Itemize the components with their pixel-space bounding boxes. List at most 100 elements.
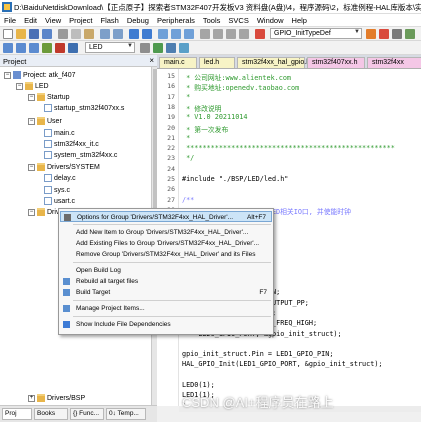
editor-tab[interactable]: led.h (199, 57, 235, 68)
window-layout-icon[interactable] (405, 29, 415, 39)
paste-icon[interactable] (84, 29, 94, 39)
folder-icon (37, 117, 45, 126)
bookmark-icon[interactable] (158, 29, 168, 39)
tree-file-item[interactable]: system_stm32f4xx.c (44, 150, 117, 161)
expand-toggle-icon[interactable]: − (16, 82, 23, 90)
editor-tab[interactable]: stm32f4xx (367, 57, 421, 68)
target-options-icon[interactable] (140, 43, 150, 53)
menu-edit[interactable]: Edit (20, 14, 41, 27)
editor-tab[interactable]: main.c (159, 57, 197, 68)
context-menu-label: Show Include File Dependencies (76, 321, 171, 328)
next-bookmark-icon[interactable] (184, 29, 194, 39)
tab-functions[interactable]: {} Func... (70, 408, 104, 420)
context-menu-item[interactable]: Options for Group 'Drivers/STM32F4xx_HAL… (60, 211, 272, 222)
translate-icon[interactable] (3, 43, 13, 53)
tab-books[interactable]: Books (34, 408, 68, 420)
tab-project[interactable]: Proj (2, 408, 32, 420)
download-icon[interactable] (68, 43, 78, 53)
tree-file-item[interactable]: startup_stm32f407xx.s (44, 103, 124, 114)
manage-components-icon[interactable] (153, 43, 163, 53)
tree-file-item[interactable]: delay.c (44, 173, 76, 184)
context-menu-item[interactable]: Build Target F7 (60, 287, 272, 298)
editor-tab[interactable]: stm32f407xx.h (307, 57, 365, 68)
open-file-icon[interactable] (16, 29, 26, 39)
context-menu-item[interactable]: Open Build Log (60, 265, 272, 276)
tree-file-item[interactable]: stm32f4xx_it.c (44, 139, 99, 150)
menu-project[interactable]: Project (65, 14, 96, 27)
tree-group-item[interactable]: − User (28, 116, 62, 127)
tree-project-root[interactable]: − Project: atk_f407 (4, 70, 76, 81)
find-icon[interactable] (366, 29, 376, 39)
close-icon[interactable]: × (149, 56, 154, 65)
batch-build-icon[interactable] (42, 43, 52, 53)
context-menu-item[interactable]: Manage Project Items... (60, 303, 272, 314)
menu-window[interactable]: Window (253, 14, 288, 27)
copy-icon[interactable] (71, 29, 81, 39)
unindent-icon[interactable] (213, 29, 223, 39)
line-number: 19 (167, 113, 175, 122)
tree-group-item[interactable]: − Drivers/SYSTEM (28, 162, 100, 173)
folder-icon (37, 93, 45, 102)
expand-toggle-icon[interactable]: − (28, 117, 35, 125)
menu-peripherals[interactable]: Peripherals (153, 14, 199, 27)
expand-toggle-icon[interactable]: − (4, 71, 11, 79)
menu-svcs[interactable]: SVCS (224, 14, 252, 27)
context-menu-item[interactable]: Add Existing Files to Group 'Drivers/STM… (60, 238, 272, 249)
file-extensions-icon[interactable] (166, 43, 176, 53)
target-combo[interactable]: LED ▼ (85, 42, 135, 53)
menu-view[interactable]: View (41, 14, 65, 27)
context-menu-item[interactable]: Rebuild all target files (60, 276, 272, 287)
pack-installer-icon[interactable] (179, 43, 189, 53)
tree-group-item[interactable]: − Startup (28, 92, 70, 103)
new-file-icon[interactable] (3, 29, 13, 39)
find-in-files-icon[interactable] (255, 29, 265, 39)
blank-icon (63, 229, 70, 236)
rebuild-icon[interactable] (29, 43, 39, 53)
uncomment-icon[interactable] (239, 29, 249, 39)
configure-icon[interactable] (392, 29, 402, 39)
file-icon (44, 174, 52, 183)
expand-toggle-icon[interactable]: − (28, 93, 35, 101)
context-menu-label: Rebuild all target files (76, 278, 139, 285)
menu-debug[interactable]: Debug (123, 14, 153, 27)
code-line: * 购买地址:openedv.taobao.com (182, 84, 300, 93)
tree-group-item[interactable]: − LED (16, 81, 49, 92)
folder-icon (37, 163, 45, 172)
expand-toggle-icon[interactable]: + (28, 394, 35, 402)
save-all-icon[interactable] (42, 29, 52, 39)
indent-icon[interactable] (200, 29, 210, 39)
tree-item-label: Startup (47, 94, 70, 101)
chevron-down-icon: ▼ (354, 29, 360, 35)
save-icon[interactable] (29, 29, 39, 39)
menu-flash[interactable]: Flash (97, 14, 123, 27)
menu-file[interactable]: File (0, 14, 20, 27)
prev-bookmark-icon[interactable] (171, 29, 181, 39)
expand-toggle-icon[interactable]: − (28, 208, 35, 216)
tree-file-item[interactable]: usart.c (44, 196, 75, 207)
expand-toggle-icon[interactable]: − (28, 163, 35, 171)
tree-item-label: usart.c (54, 198, 76, 205)
tree-group-item[interactable]: + Drivers/BSP (28, 393, 85, 404)
redo-icon[interactable] (113, 29, 123, 39)
undo-icon[interactable] (100, 29, 110, 39)
nav-forward-icon[interactable] (142, 29, 152, 39)
cut-icon[interactable] (58, 29, 68, 39)
build-icon[interactable] (16, 43, 26, 53)
tree-file-item[interactable]: main.c (44, 128, 75, 139)
tab-templates[interactable]: 0↓ Temp... (106, 408, 146, 420)
editor-tab[interactable]: stm32f4xx_hal_gpio.h (237, 57, 310, 68)
nav-back-icon[interactable] (129, 29, 139, 39)
context-menu-item[interactable]: Remove Group 'Drivers/STM32F4xx_HAL_Driv… (60, 249, 272, 260)
comment-icon[interactable] (226, 29, 236, 39)
folder-icon (25, 82, 33, 91)
tree-file-item[interactable]: sys.c (44, 185, 70, 196)
tree-item-label: main.c (54, 130, 75, 137)
find-combo[interactable]: GPIO_InitTypeDef ▼ (270, 28, 362, 39)
folder-icon (37, 208, 45, 217)
context-menu-item[interactable]: Add New Item to Group 'Drivers/STM32F4xx… (60, 227, 272, 238)
debug-icon[interactable] (379, 29, 389, 39)
menu-help[interactable]: Help (288, 14, 311, 27)
context-menu-item[interactable]: Show Include File Dependencies (60, 319, 272, 330)
stop-build-icon[interactable] (55, 43, 65, 53)
menu-tools[interactable]: Tools (199, 14, 225, 27)
